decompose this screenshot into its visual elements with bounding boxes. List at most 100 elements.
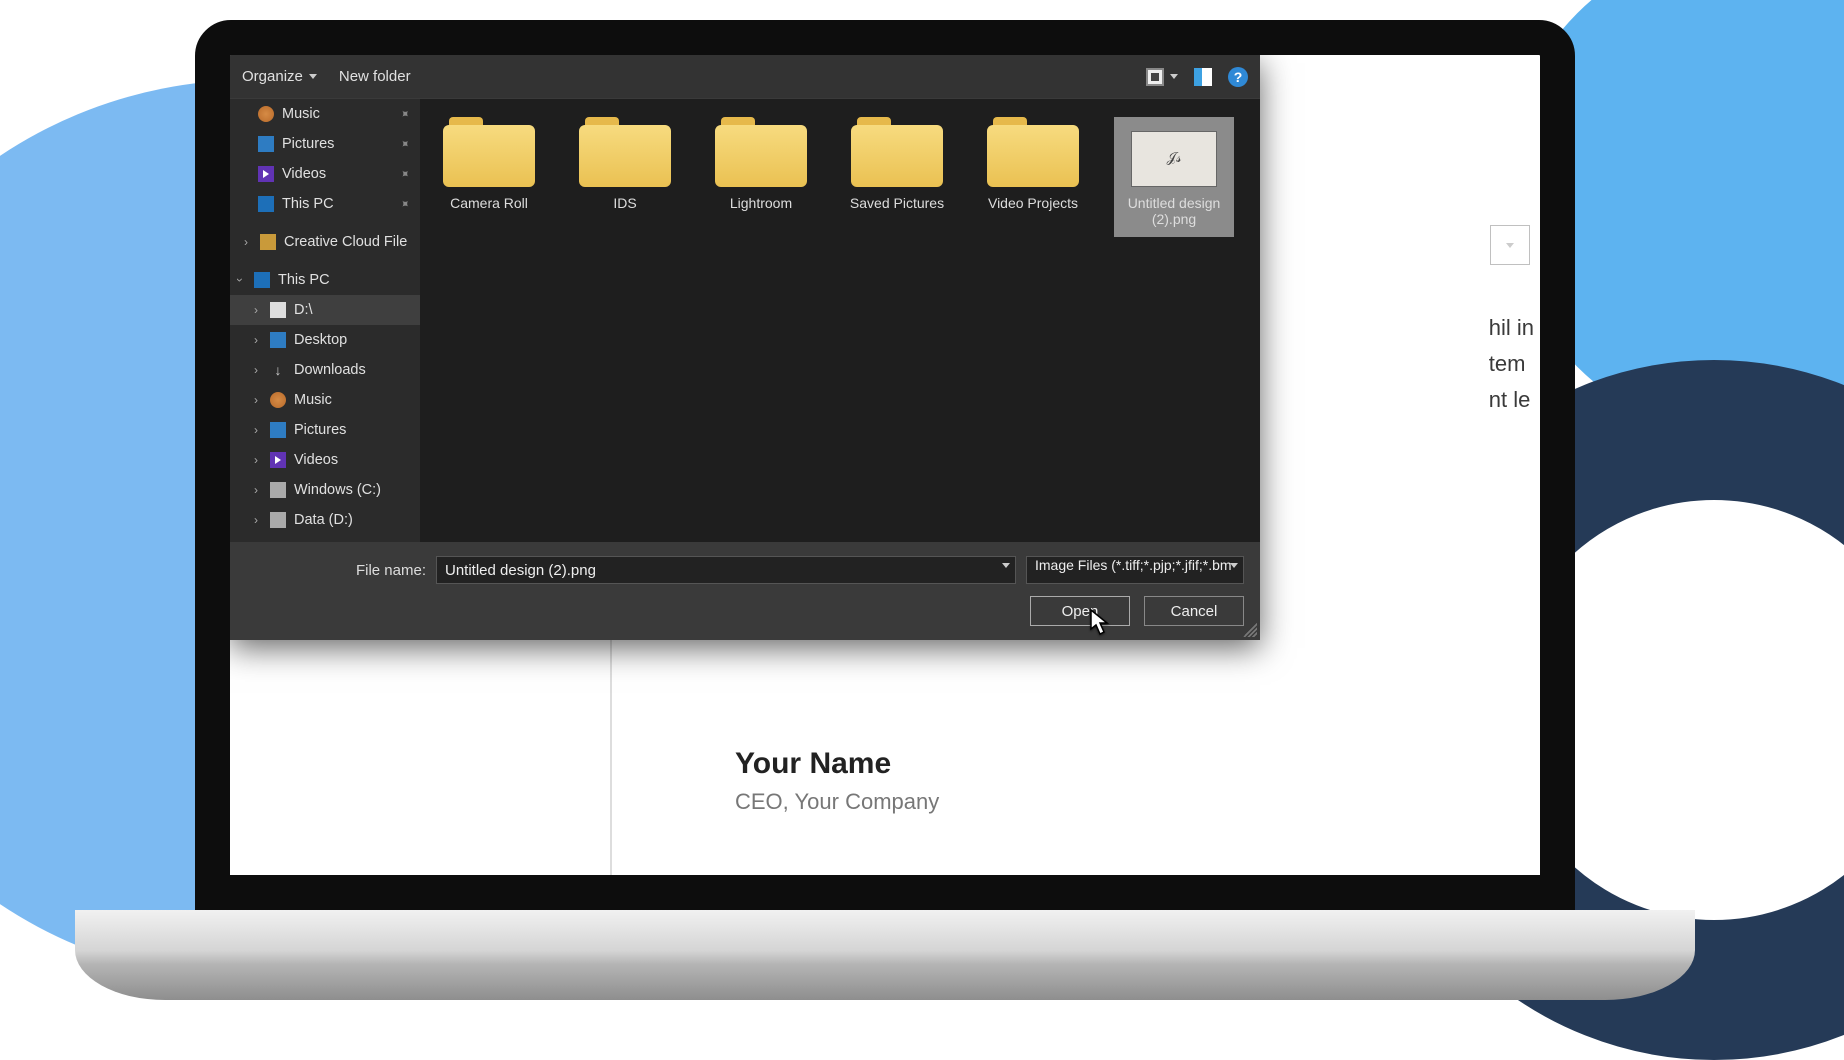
doc-line: nt le [1489,382,1534,418]
chevron-right-icon: › [250,513,262,527]
new-folder-button[interactable]: New folder [339,68,411,85]
music-icon [270,392,286,408]
file-item-selected[interactable]: 𝒥𝓈 Untitled design (2).png [1114,117,1234,237]
drive-icon [270,512,286,528]
navigation-sidebar[interactable]: Music ✦ Pictures ✦ Videos ✦ [230,99,420,542]
filename-label: File name: [246,562,426,579]
chevron-down-icon [1506,243,1514,248]
view-mode-button[interactable] [1146,68,1178,86]
pictures-icon [258,136,274,152]
sidebar-item-music[interactable]: Music ✦ [230,99,420,129]
videos-icon [258,166,274,182]
sidebar-item-data-d[interactable]: › Data (D:) [230,505,420,535]
cancel-button[interactable]: Cancel [1144,596,1244,626]
chevron-right-icon: › [250,483,262,497]
chevron-right-icon: › [250,453,262,467]
help-icon[interactable]: ? [1228,67,1248,87]
file-type-filter[interactable]: Image Files (*.tiff;*.pjp;*.jfif;*.bm [1026,556,1244,584]
dialog-footer: File name: Image Files (*.tiff;*.pjp;*.j… [230,542,1260,640]
open-button[interactable]: Open [1030,596,1130,626]
document-body-text: hil in tem nt le [1489,310,1534,418]
chevron-down-icon: › [233,274,247,286]
signer-name: Your Name [735,747,939,781]
sidebar-item-label: Videos [294,452,338,468]
pin-icon: ✦ [396,135,413,152]
file-list[interactable]: Camera Roll IDS Lightroom Saved Pictures [420,99,1260,542]
sidebar-item-downloads[interactable]: › ↓ Downloads [230,355,420,385]
sidebar-item-this-pc-pinned[interactable]: This PC ✦ [230,189,420,219]
signature-thumbnail: 𝒥𝓈 [1131,131,1217,187]
pc-icon [254,272,270,288]
laptop-screen: hil in tem nt le Your Name CEO, Your Com… [195,20,1575,910]
folder-label: Saved Pictures [850,195,944,211]
sidebar-item-creative-cloud[interactable]: › Creative Cloud File [230,227,420,257]
folder-icon [987,117,1079,187]
sidebar-item-videos-tree[interactable]: › Videos [230,445,420,475]
sidebar-item-label: This PC [278,272,330,288]
music-icon [258,106,274,122]
sidebar-item-label: Windows (C:) [294,482,381,498]
dialog-body: Music ✦ Pictures ✦ Videos ✦ [230,99,1260,542]
sidebar-item-this-pc[interactable]: › This PC [230,265,420,295]
folder-item[interactable]: Camera Roll [434,117,544,237]
sidebar-item-label: D:\ [294,302,313,318]
folder-item[interactable]: Saved Pictures [842,117,952,237]
pc-icon [258,196,274,212]
sidebar-item-videos[interactable]: Videos ✦ [230,159,420,189]
signature-block: Your Name CEO, Your Company [735,747,939,815]
resize-grip-icon[interactable] [1243,623,1257,637]
chevron-right-icon: › [250,363,262,377]
sidebar-item-label: Data (D:) [294,512,353,528]
sidebar-item-label: Desktop [294,332,347,348]
drive-icon [270,482,286,498]
sidebar-item-windows-c[interactable]: › Windows (C:) [230,475,420,505]
cloud-folder-icon [260,234,276,250]
signer-title: CEO, Your Company [735,789,939,815]
document-dropdown[interactable] [1490,225,1530,265]
sidebar-item-desktop[interactable]: › Desktop [230,325,420,355]
cancel-button-label: Cancel [1171,603,1218,620]
chevron-right-icon: › [250,423,262,437]
folder-icon [715,117,807,187]
folder-label: Camera Roll [450,195,528,211]
chevron-right-icon: › [250,303,262,317]
sidebar-item-pictures-tree[interactable]: › Pictures [230,415,420,445]
downloads-icon: ↓ [270,362,286,378]
filename-input[interactable] [436,556,1016,584]
folder-icon [579,117,671,187]
sidebar-item-label: Pictures [294,422,346,438]
videos-icon [270,452,286,468]
drive-icon [270,302,286,318]
folder-icon [851,117,943,187]
pictures-icon [270,422,286,438]
chevron-down-icon[interactable] [1230,563,1238,568]
folder-item[interactable]: Video Projects [978,117,1088,237]
folder-item[interactable]: Lightroom [706,117,816,237]
open-button-label: Open [1062,603,1099,620]
chevron-right-icon: › [250,333,262,347]
organize-button[interactable]: Organize [242,68,317,85]
file-label: Untitled design (2).png [1118,195,1230,227]
laptop-mockup: hil in tem nt le Your Name CEO, Your Com… [195,20,1615,1000]
sidebar-item-label: This PC [282,196,334,212]
doc-line: hil in [1489,310,1534,346]
file-open-dialog: Organize New folder ? [230,55,1260,640]
sidebar-item-d-drive[interactable]: › D:\ [230,295,420,325]
preview-pane-icon[interactable] [1194,68,1212,86]
sidebar-item-label: Videos [282,166,326,182]
chevron-right-icon: › [250,393,262,407]
pin-icon: ✦ [396,105,413,122]
chevron-right-icon: › [240,235,252,249]
sidebar-item-pictures[interactable]: Pictures ✦ [230,129,420,159]
chevron-down-icon [1170,74,1178,79]
sidebar-item-label: Downloads [294,362,366,378]
desktop-icon [270,332,286,348]
thumbnail-view-icon [1146,68,1164,86]
sidebar-item-music-tree[interactable]: › Music [230,385,420,415]
dialog-toolbar: Organize New folder ? [230,55,1260,99]
folder-item[interactable]: IDS [570,117,680,237]
sidebar-item-label: Creative Cloud File [284,234,407,250]
pin-icon: ✦ [396,165,413,182]
chevron-down-icon[interactable] [1002,563,1010,568]
pin-icon: ✦ [396,195,413,212]
